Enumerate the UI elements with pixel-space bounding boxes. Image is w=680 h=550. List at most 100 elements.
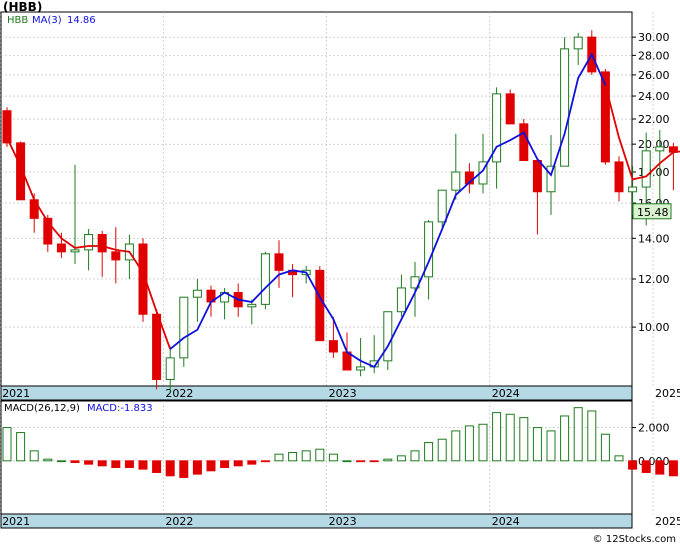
macd-bar — [16, 432, 26, 462]
macd-bar — [2, 427, 12, 462]
macd-bar — [43, 458, 53, 462]
candle-body — [560, 48, 570, 167]
price-y-tick-label: 14.00 — [638, 232, 670, 245]
price-y-tick-label: 28.00 — [638, 49, 670, 62]
macd-bar — [233, 460, 243, 467]
macd-bar — [301, 450, 311, 462]
macd-bar — [315, 448, 325, 462]
macd-bar — [668, 460, 678, 477]
candle-body — [505, 93, 515, 125]
macd-panel: 0.0002.0002021 2022 2023 2024 2025 — [0, 400, 680, 529]
candle-body — [274, 253, 284, 271]
macd-bar — [464, 425, 474, 462]
macd-bar — [56, 460, 66, 463]
macd-bar — [70, 460, 80, 463]
legend-macd-label: MACD(26,12,9) — [4, 403, 80, 414]
macd-bar — [84, 460, 94, 465]
price-y-tick-label: 12.00 — [638, 273, 670, 286]
legend-symbol: HBB — [7, 15, 28, 26]
price-x-tick-label: 2022 — [165, 387, 193, 400]
macd-x-axis-band — [0, 513, 633, 529]
candle-body — [315, 269, 325, 342]
macd-bar — [111, 460, 121, 468]
macd-bar — [288, 452, 298, 462]
macd-x-tick-label: 2023 — [329, 515, 357, 528]
price-panel: 10.0012.0014.0016.0018.0020.0022.0024.00… — [0, 11, 680, 401]
macd-bar — [614, 455, 624, 462]
last-price-tag: 15.48 — [637, 206, 669, 219]
macd-x-tick-label: 2025 — [655, 515, 680, 528]
macd-bar — [220, 460, 230, 468]
candle-body — [396, 287, 406, 313]
candle-body — [247, 303, 257, 308]
candle-body — [165, 357, 175, 380]
macd-bar — [410, 450, 420, 462]
candle-body — [152, 313, 162, 380]
price-x-axis-band — [0, 385, 633, 401]
macd-bar — [260, 460, 270, 463]
macd-bar — [451, 430, 461, 462]
macd-bar — [600, 433, 610, 462]
candle-body — [84, 234, 94, 251]
candle-body — [356, 366, 366, 371]
macd-bar — [396, 455, 406, 462]
macd-bar — [492, 412, 502, 462]
candle-body — [383, 311, 393, 362]
macd-bar — [192, 460, 202, 475]
macd-bar — [424, 442, 434, 462]
macd-bar — [274, 453, 284, 462]
candle-body — [532, 159, 542, 193]
candle-body — [451, 171, 461, 191]
price-y-tick-label: 10.00 — [638, 321, 670, 334]
stock-chart-svg: 10.0012.0014.0016.0018.0020.0022.0024.00… — [0, 11, 680, 545]
candle-body — [328, 340, 338, 353]
candle-body — [97, 234, 107, 253]
macd-bar — [97, 460, 107, 467]
candle-body — [519, 123, 529, 161]
macd-x-tick-label: 2022 — [165, 515, 193, 528]
candle-body — [573, 36, 583, 50]
macd-bar — [206, 460, 216, 472]
macd-bar — [546, 430, 556, 462]
macd-bar — [179, 460, 189, 478]
watermark: © 12Stocks.com — [593, 534, 676, 545]
price-y-tick-label: 30.00 — [638, 31, 670, 44]
price-x-tick-label: 2021 — [2, 387, 30, 400]
price-x-tick-label: 2025 — [655, 387, 680, 400]
candle-body — [29, 199, 39, 219]
macd-bar — [383, 458, 393, 462]
macd-bar — [369, 460, 379, 463]
candle-body — [111, 251, 121, 261]
chart-title: (HBB) — [3, 0, 43, 14]
price-x-tick-label: 2024 — [492, 387, 520, 400]
macd-bar — [478, 423, 488, 462]
macd-bar — [587, 410, 597, 462]
candle-body — [179, 296, 189, 359]
chart-stage: (HBB) 10.0012.0014.0016.0018.0020.0022.0… — [0, 0, 680, 546]
candle-body — [546, 165, 556, 193]
price-y-tick-label: 22.00 — [638, 113, 670, 126]
macd-x-tick-label: 2024 — [492, 515, 520, 528]
macd-bar — [165, 460, 175, 477]
macd-bar — [519, 417, 529, 462]
price-y-tick-label: 26.00 — [638, 69, 670, 82]
candle-body — [641, 150, 651, 188]
price-x-tick-label: 2023 — [329, 387, 357, 400]
candle-body — [192, 289, 202, 298]
macd-bar — [560, 415, 570, 462]
candle-body — [655, 146, 665, 152]
macd-bar — [532, 427, 542, 462]
macd-bar — [437, 438, 447, 462]
macd-bar — [124, 460, 134, 468]
candle-body — [260, 253, 270, 305]
macd-bar — [152, 460, 162, 473]
macd-y-tick-label: 2.000 — [638, 422, 670, 435]
candle-body — [628, 186, 638, 193]
macd-bar — [655, 460, 665, 475]
macd-bar — [628, 460, 638, 470]
price-y-tick-label: 24.00 — [638, 90, 670, 103]
candle-body — [614, 161, 624, 193]
legend-macd-value: MACD:-1.833 — [87, 403, 153, 414]
macd-bar — [641, 460, 651, 473]
macd-bar — [505, 413, 515, 462]
